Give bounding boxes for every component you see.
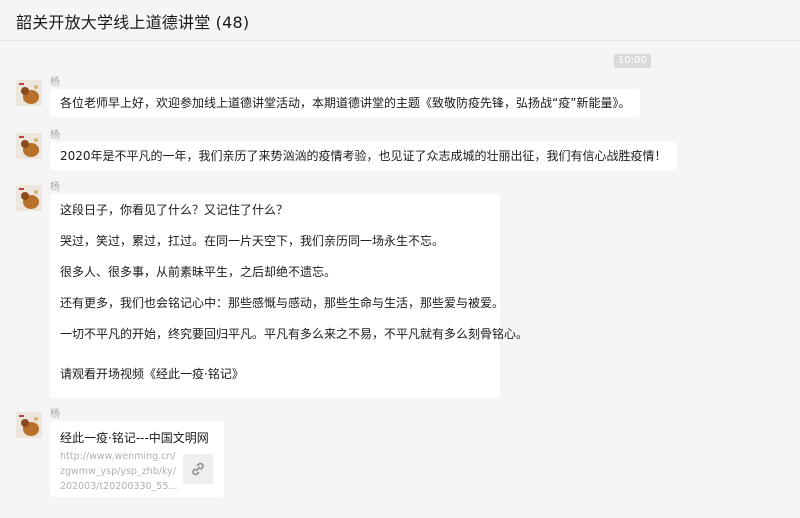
- message-paragraph: 请观看开场视频《经此一疫·铭记》: [60, 367, 244, 381]
- link-url: http://www.wenming.cn/zgwmw_ysp/ysp_zhb/…: [60, 451, 178, 492]
- message-bubble[interactable]: 各位老师早上好，欢迎参加线上道德讲堂活动，本期道德讲堂的主题《致敬防疫先锋，弘扬…: [50, 89, 641, 117]
- message-text: 2020年是不平凡的一年，我们亲历了来势汹汹的疫情考验，也见证了众志成城的壮丽出…: [60, 149, 667, 163]
- link-thumbnail: [183, 454, 213, 484]
- message-paragraph: 还有更多，我们也会铭记心中：那些感慨与感动，那些生命与生活，那些爱与被爱。: [60, 296, 505, 310]
- avatar[interactable]: [16, 133, 42, 159]
- message-paragraph: 哭过，笑过，累过，扛过。在同一片天空下，我们亲历同一场永生不忘。: [60, 234, 445, 248]
- message-bubble[interactable]: 2020年是不平凡的一年，我们亲历了来势汹汹的疫情考验，也见证了众志成城的壮丽出…: [50, 142, 677, 170]
- avatar[interactable]: [16, 80, 42, 106]
- message-paragraph: 这段日子，你看见了什么？又记住了什么？: [60, 203, 289, 217]
- message-paragraph: 很多人、很多事，从前素昧平生，之后却绝不遗忘。: [60, 265, 337, 279]
- timestamp-badge: 10:00: [614, 54, 651, 68]
- link-icon: [192, 462, 204, 476]
- message-bubble[interactable]: 这段日子，你看见了什么？又记住了什么？ 哭过，笑过，累过，扛过。在同一片天空下，…: [50, 194, 529, 398]
- message-paragraph: 一切不平凡的开始，终究要回归平凡。平凡有多么来之不易，不平凡就有多么刻骨铭心。: [60, 327, 529, 341]
- link-card[interactable]: 经此一疫·铭记---中国文明网 http://www.wenming.cn/zg…: [50, 421, 224, 497]
- avatar[interactable]: [16, 412, 42, 438]
- link-title: 经此一疫·铭记---中国文明网: [60, 431, 209, 445]
- avatar[interactable]: [16, 185, 42, 211]
- message-text: 各位老师早上好，欢迎参加线上道德讲堂活动，本期道德讲堂的主题《致敬防疫先锋，弘扬…: [60, 96, 631, 110]
- chat-header: 韶关开放大学线上道德讲堂 (48): [0, 0, 800, 41]
- chat-title: 韶关开放大学线上道德讲堂 (48): [16, 13, 250, 32]
